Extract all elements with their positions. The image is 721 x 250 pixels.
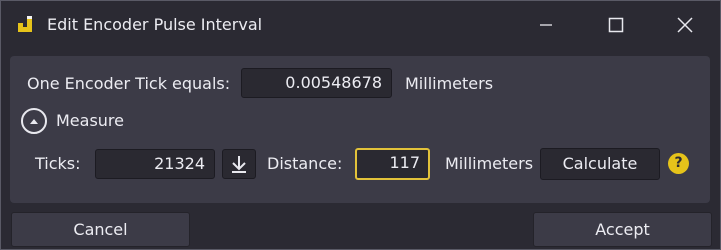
close-button[interactable] [665, 9, 705, 41]
ticks-label: Ticks: [35, 154, 81, 173]
calculate-button[interactable]: Calculate [540, 148, 660, 180]
app-logo-icon [18, 16, 32, 32]
apply-ticks-button[interactable] [222, 149, 256, 179]
ticks-input[interactable]: 21324 [95, 149, 215, 179]
distance-unit-label: Millimeters [445, 154, 534, 173]
distance-label: Distance: [267, 154, 343, 173]
measure-toggle-button[interactable] [21, 108, 47, 134]
measure-label: Measure [56, 111, 124, 130]
download-arrow-icon [232, 156, 246, 173]
accept-button[interactable]: Accept [533, 212, 712, 247]
cancel-button[interactable]: Cancel [11, 212, 190, 247]
minimize-icon [540, 24, 552, 26]
minimize-button[interactable] [526, 9, 566, 41]
title-bar: Edit Encoder Pulse Interval [1, 1, 720, 49]
dialog-window: Edit Encoder Pulse Interval One Encoder … [0, 0, 721, 250]
help-icon[interactable]: ? [668, 153, 689, 174]
tick-label: One Encoder Tick equals: [27, 74, 231, 93]
distance-input[interactable]: 117 [355, 148, 430, 180]
tick-unit-label: Millimeters [405, 74, 494, 93]
maximize-icon [608, 17, 624, 33]
window-title: Edit Encoder Pulse Interval [47, 15, 263, 34]
tick-value-field[interactable]: 0.00548678 [241, 68, 392, 98]
chevron-up-icon [30, 118, 38, 124]
close-icon [677, 17, 693, 33]
maximize-button[interactable] [596, 9, 636, 41]
